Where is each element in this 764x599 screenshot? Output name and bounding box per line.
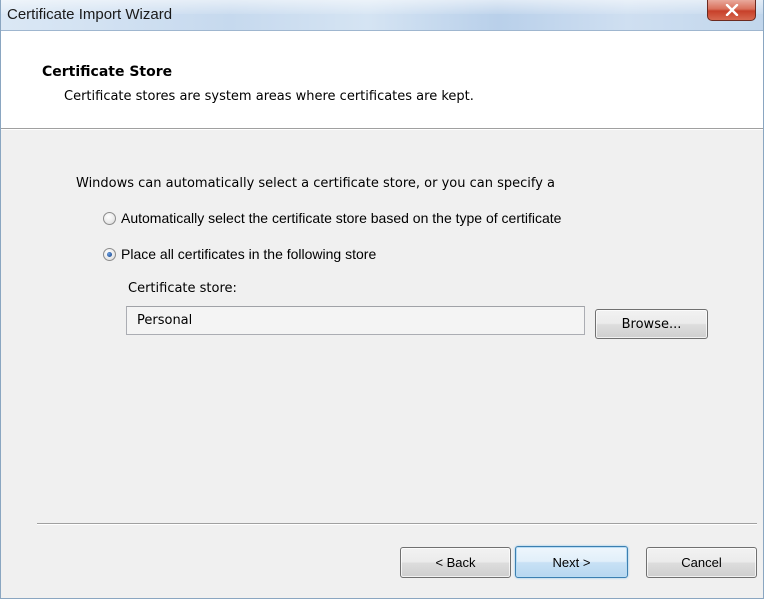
wizard-content: Windows can automatically select a certi… bbox=[1, 130, 763, 523]
cancel-button[interactable]: Cancel bbox=[646, 547, 757, 578]
page-description: Certificate stores are system areas wher… bbox=[64, 89, 474, 104]
wizard-header: Certificate Store Certificate stores are… bbox=[1, 31, 763, 128]
radio-place-in-store-label[interactable]: Place all certificates in the following … bbox=[121, 246, 376, 262]
radio-place-in-store[interactable]: Place all certificates in the following … bbox=[103, 246, 376, 262]
window-title: Certificate Import Wizard bbox=[7, 6, 173, 23]
certificate-store-field[interactable] bbox=[126, 306, 585, 335]
close-button[interactable] bbox=[707, 0, 756, 21]
title-bar[interactable]: Certificate Import Wizard bbox=[1, 0, 763, 31]
close-icon bbox=[725, 4, 739, 16]
footer-divider bbox=[37, 523, 757, 525]
radio-checked-icon[interactable] bbox=[103, 247, 116, 261]
browse-button[interactable]: Browse... bbox=[595, 309, 708, 339]
next-button[interactable]: Next > bbox=[515, 546, 628, 578]
radio-auto-select-store[interactable]: Automatically select the certificate sto… bbox=[103, 210, 561, 226]
page-title: Certificate Store bbox=[42, 64, 173, 80]
radio-auto-select-label[interactable]: Automatically select the certificate sto… bbox=[121, 210, 561, 226]
back-button[interactable]: < Back bbox=[400, 547, 511, 578]
certificate-store-label: Certificate store: bbox=[128, 281, 237, 296]
certificate-import-wizard-window: Certificate Import Wizard Certificate St… bbox=[0, 0, 764, 599]
radio-unchecked-icon[interactable] bbox=[103, 211, 116, 225]
intro-text: Windows can automatically select a certi… bbox=[76, 176, 555, 191]
